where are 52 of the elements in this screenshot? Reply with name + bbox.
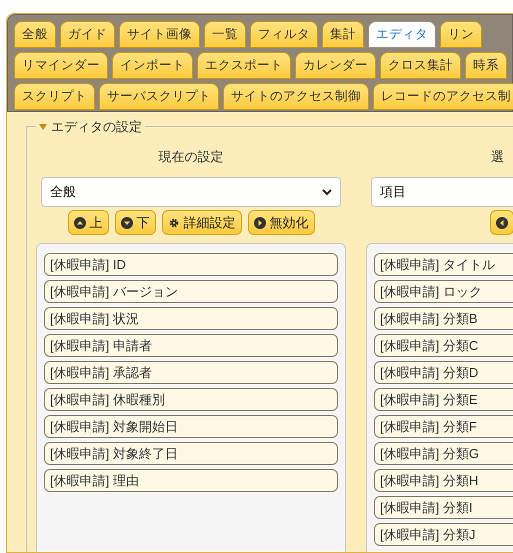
tab[interactable]: スクリプト	[14, 83, 95, 110]
tab[interactable]: カレンダー	[295, 52, 376, 79]
tab[interactable]: 全般	[14, 21, 56, 48]
field-item[interactable]: [休暇申請] バージョン	[44, 280, 338, 303]
toolbar-button[interactable]: 無効化	[248, 210, 314, 235]
toolbar-button[interactable]: 上	[68, 210, 108, 235]
field-item[interactable]: [休暇申請] ロック	[374, 280, 513, 303]
chevron-down-icon	[322, 188, 332, 196]
dropdown[interactable]: 全般	[41, 177, 341, 207]
field-item[interactable]: [休暇申請] 分類D	[374, 361, 513, 384]
tab[interactable]: クロス集計	[380, 52, 461, 79]
tab[interactable]: エクスポート	[197, 52, 291, 79]
field-item[interactable]: [休暇申請] ID	[44, 253, 338, 276]
field-item[interactable]: [休暇申請] タイトル	[374, 253, 513, 276]
field-item[interactable]: [休暇申請] 分類G	[374, 442, 513, 465]
gear-icon	[168, 216, 180, 228]
tab[interactable]: 一覧	[204, 21, 246, 48]
field-item[interactable]: [休暇申請] 対象開始日	[44, 415, 338, 438]
toolbar-button[interactable]: 下	[114, 210, 156, 235]
tab[interactable]: インポート	[112, 52, 193, 79]
tab[interactable]: 集計	[322, 21, 364, 48]
section-title: エディタの設定	[51, 118, 142, 136]
toolbar-button[interactable]: 詳細設定	[162, 210, 242, 235]
field-item[interactable]: [休暇申請] 承認者	[44, 361, 338, 384]
field-item[interactable]: [休暇申請] 分類B	[374, 307, 513, 330]
field-item[interactable]: [休暇申請] 対象終了日	[44, 442, 338, 465]
field-item[interactable]: [休暇申請] 分類J	[374, 523, 513, 546]
field-item[interactable]: [休暇申請] 分類F	[374, 415, 513, 438]
field-item[interactable]: [休暇申請] 分類E	[374, 388, 513, 411]
play-icon	[254, 216, 266, 228]
field-item[interactable]: [休暇申請] 状況	[44, 307, 338, 330]
tab[interactable]: サイトのアクセス制御	[223, 83, 369, 110]
field-item[interactable]: [休暇申請] 分類C	[374, 334, 513, 357]
field-item[interactable]: [休暇申請] 分類H	[374, 469, 513, 492]
field-item[interactable]: [休暇申請] 理由	[44, 469, 338, 492]
tab[interactable]: リマインダー	[14, 52, 108, 79]
column-header: 選	[491, 148, 504, 166]
field-item[interactable]: [休暇申請] 申請者	[44, 334, 338, 357]
dropdown[interactable]: 項目	[371, 177, 513, 207]
tab[interactable]: サーバスクリプト	[99, 83, 219, 110]
toolbar-button[interactable]	[490, 210, 513, 235]
tab[interactable]: フィルタ	[250, 21, 318, 48]
tab[interactable]: 時系	[465, 52, 507, 79]
field-item[interactable]: [休暇申請] 分類I	[374, 496, 513, 519]
tab[interactable]: ガイド	[60, 21, 115, 48]
tab[interactable]: リン	[440, 21, 482, 48]
caret-down-icon[interactable]	[39, 124, 47, 130]
field-item[interactable]: [休暇申請] 休暇種別	[44, 388, 338, 411]
column-header: 現在の設定	[158, 148, 224, 166]
tab[interactable]: レコードのアクセス制	[373, 83, 513, 110]
tab[interactable]: エディタ	[368, 21, 436, 48]
tab[interactable]: サイト画像	[119, 21, 200, 48]
